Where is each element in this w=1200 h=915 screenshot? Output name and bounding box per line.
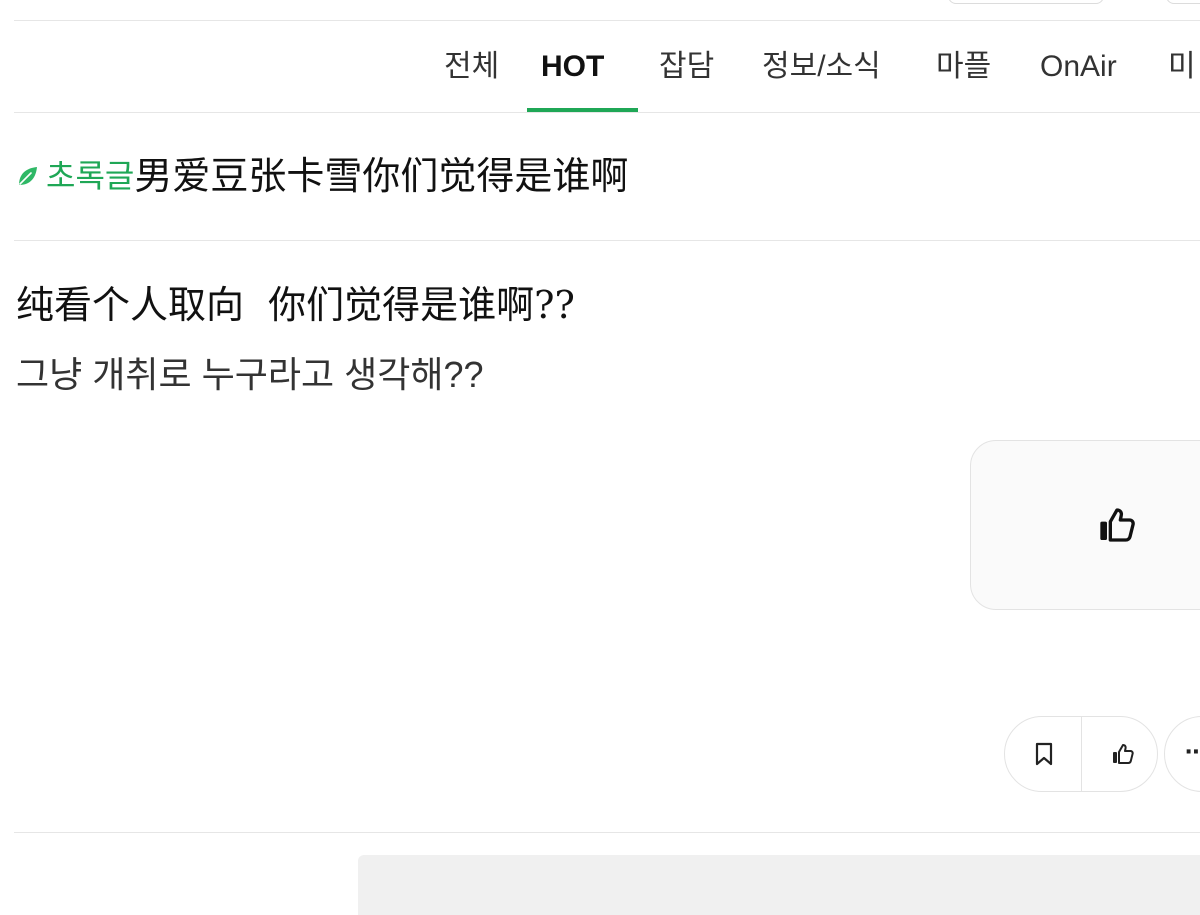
tab-label: 정보/소식 — [762, 50, 881, 83]
tabs-divider — [14, 112, 1200, 113]
tab-label: HOT — [541, 50, 605, 83]
thumbs-up-icon — [1113, 744, 1134, 764]
tab-label: 마플 — [936, 50, 992, 83]
thumbs-up-icon — [1097, 505, 1137, 545]
post-action-group — [1004, 716, 1158, 792]
tab-chat[interactable]: 잡담 — [645, 40, 728, 112]
tab-label: 잡담 — [659, 50, 715, 83]
tab-all[interactable]: 전체 — [430, 40, 513, 112]
top-divider — [14, 20, 1200, 21]
top-toolbar-partial — [0, 0, 1200, 20]
top-partial-button[interactable] — [1166, 0, 1200, 4]
tab-label: OnAir — [1040, 50, 1117, 83]
tab-label: 전체 — [444, 50, 500, 83]
title-divider — [14, 240, 1200, 241]
tab-onair[interactable]: OnAir — [1026, 40, 1131, 112]
post-body-line: 纯看个人取向 你们觉得是谁啊?? — [16, 283, 575, 327]
post-title: 男爱豆张卡雪你们觉得是谁啊 — [134, 154, 629, 198]
like-button[interactable] — [1081, 717, 1158, 791]
tab-label: 미 — [1168, 50, 1196, 83]
tab-hot[interactable]: HOT — [527, 40, 638, 112]
more-icon: ⋯ — [1185, 739, 1200, 764]
top-partial-button[interactable] — [948, 0, 1104, 4]
tab-mapl[interactable]: 마플 — [922, 40, 1005, 112]
post-body-line: 그냥 개취로 누구라고 생각해?? — [16, 354, 484, 395]
tab-info-news[interactable]: 정보/소식 — [748, 40, 895, 112]
leaf-icon — [16, 164, 40, 188]
post-title-row: 초록글 男爱豆张卡雪你们觉得是谁啊 — [16, 148, 628, 204]
bookmark-icon — [1035, 742, 1053, 766]
bottom-divider — [14, 832, 1200, 833]
bookmark-button[interactable] — [1005, 717, 1081, 791]
category-badge[interactable]: 초록글 — [46, 151, 134, 201]
recommend-button[interactable] — [970, 440, 1200, 610]
more-options-button[interactable]: ⋯ — [1164, 716, 1200, 792]
tab-more-partial[interactable]: 미 — [1154, 40, 1200, 112]
bottom-panel-partial — [358, 855, 1200, 915]
